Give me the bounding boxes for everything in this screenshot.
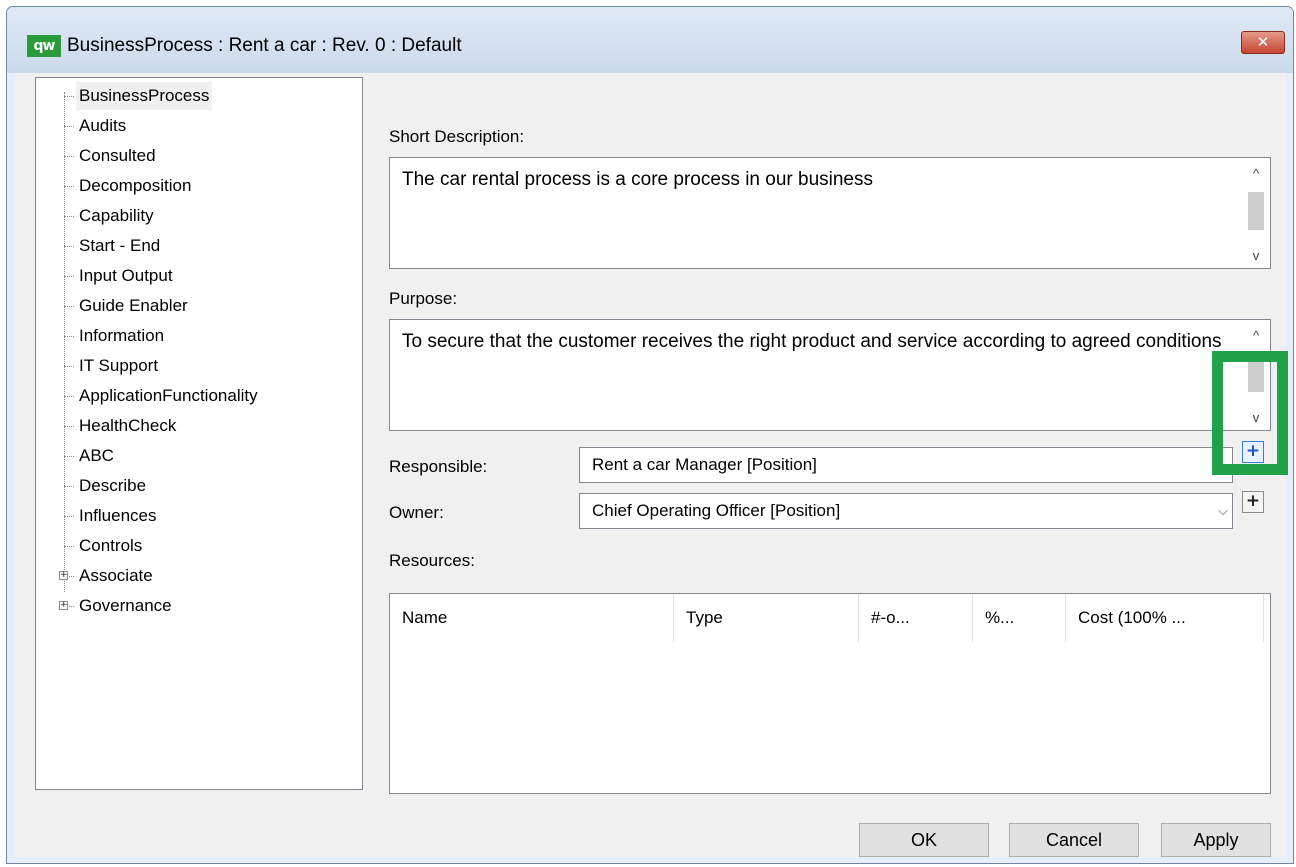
expand-icon[interactable]: + <box>59 571 68 580</box>
responsible-label: Responsible: <box>389 457 488 476</box>
column-header-name[interactable]: Name <box>390 594 674 642</box>
owner-value: Chief Operating Officer [Position] <box>592 501 841 520</box>
column-header-type[interactable]: Type <box>674 594 859 642</box>
tree-connector-line <box>64 92 65 592</box>
column-header-count[interactable]: #-o... <box>859 594 973 642</box>
title-bar: qw BusinessProcess : Rent a car : Rev. 0… <box>7 7 1293 73</box>
scrollbar-thumb[interactable] <box>1248 192 1264 230</box>
add-responsible-button[interactable]: + <box>1242 441 1264 463</box>
tree-item-label: ApplicationFunctionality <box>79 386 258 405</box>
app-logo-icon: qw <box>27 35 61 57</box>
resources-table-header: Name Type #-o... %... Cost (100% ... <box>390 594 1270 642</box>
window-title: BusinessProcess : Rent a car : Rev. 0 : … <box>67 35 462 56</box>
tree-item-label: Information <box>79 326 165 345</box>
resources-table[interactable]: Name Type #-o... %... Cost (100% ... <box>389 593 1271 794</box>
resources-label: Resources: <box>389 551 475 570</box>
scroll-up-icon[interactable]: ^ <box>1242 162 1270 186</box>
add-owner-button[interactable]: + <box>1242 491 1264 513</box>
tree-item-label: HealthCheck <box>79 416 177 435</box>
scroll-down-icon[interactable]: v <box>1242 244 1270 268</box>
short-description-label: Short Description: <box>389 127 525 146</box>
tree-item-label: Controls <box>79 536 143 555</box>
navigation-tree[interactable]: BusinessProcess Audits Consulted Decompo… <box>35 77 363 790</box>
column-header-percent[interactable]: %... <box>973 594 1066 642</box>
dialog-window: qw BusinessProcess : Rent a car : Rev. 0… <box>6 6 1294 864</box>
owner-label: Owner: <box>389 503 444 522</box>
ok-button[interactable]: OK <box>859 823 989 857</box>
tree-item-label: Influences <box>79 506 157 525</box>
tree-item-label: Describe <box>79 476 147 495</box>
column-header-cost[interactable]: Cost (100% ... <box>1066 594 1264 642</box>
tree-item-label: Audits <box>79 116 127 135</box>
purpose-field[interactable]: To secure that the customer receives the… <box>389 319 1271 431</box>
scroll-up-icon[interactable]: ^ <box>1242 324 1270 348</box>
tree-item-label: Decomposition <box>79 176 192 195</box>
tree-item-label: BusinessProcess <box>76 82 213 110</box>
tree-item-label: Associate <box>79 566 153 585</box>
responsible-dropdown[interactable]: Rent a car Manager [Position] ⌵ <box>579 447 1233 483</box>
tree-item-label: Guide Enabler <box>79 296 188 315</box>
short-description-field[interactable]: The car rental process is a core process… <box>389 157 1271 269</box>
tree-item-label: Consulted <box>79 146 156 165</box>
short-description-scrollbar[interactable]: ^ v <box>1242 158 1270 268</box>
tree-item-label: Governance <box>79 596 172 615</box>
chevron-down-icon[interactable]: ⌵ <box>1218 503 1228 519</box>
apply-button[interactable]: Apply <box>1161 823 1271 857</box>
tree-item-label: Start - End <box>79 236 161 255</box>
purpose-text: To secure that the customer receives the… <box>402 331 1222 352</box>
short-description-text: The car rental process is a core process… <box>402 169 873 190</box>
close-button[interactable]: ✕ <box>1241 31 1285 54</box>
cancel-button[interactable]: Cancel <box>1009 823 1139 857</box>
tree-item-label: ABC <box>79 446 114 465</box>
responsible-value: Rent a car Manager [Position] <box>592 455 817 474</box>
tree-item-label: Input Output <box>79 266 173 285</box>
expand-icon[interactable]: + <box>59 601 68 610</box>
tree-item-label: Capability <box>79 206 154 225</box>
dialog-body: BusinessProcess Audits Consulted Decompo… <box>15 73 1285 857</box>
tree-item-label: IT Support <box>79 356 159 375</box>
owner-dropdown[interactable]: Chief Operating Officer [Position] ⌵ <box>579 493 1233 529</box>
purpose-label: Purpose: <box>389 289 458 308</box>
